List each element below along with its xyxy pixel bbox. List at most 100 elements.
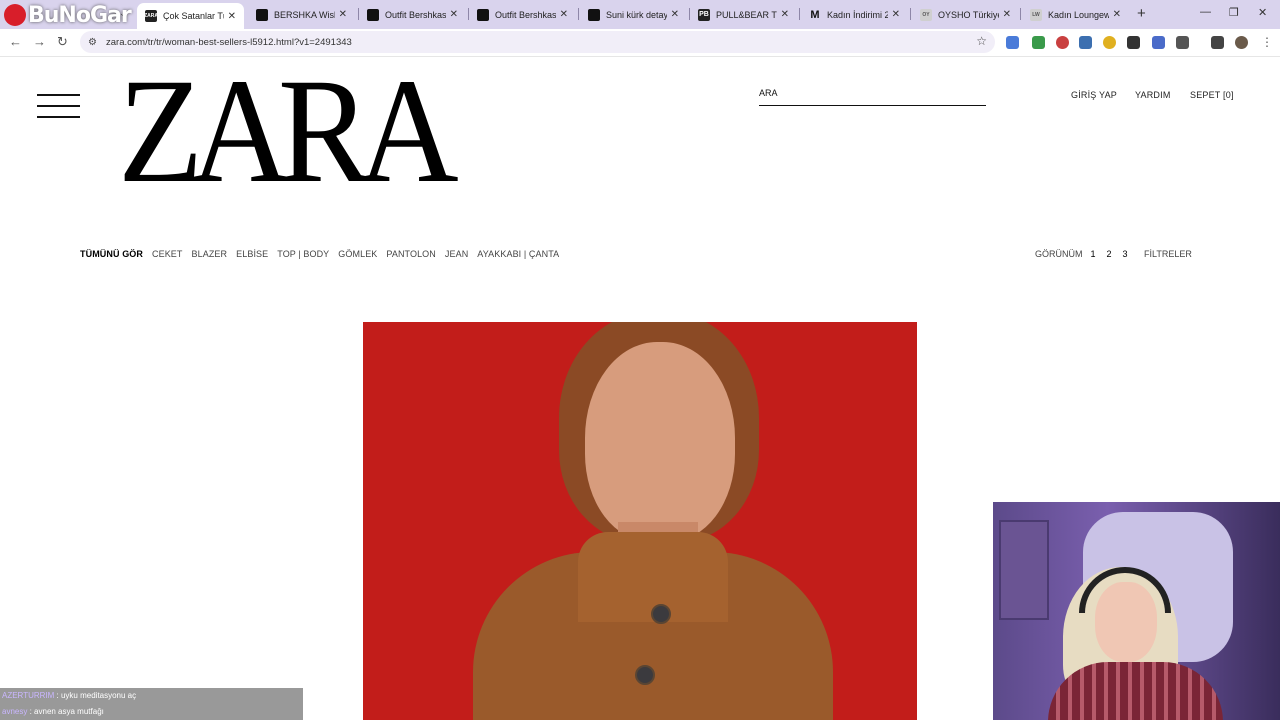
tab-suni-kurk[interactable]: Suni kürk detaylı ✕ (580, 3, 687, 26)
view-option-1[interactable]: 1 (1091, 249, 1096, 259)
close-tab-icon[interactable]: ✕ (892, 9, 900, 20)
bershka-favicon-icon (588, 8, 600, 21)
tab-bershka-wishlist[interactable]: BERSHKA Wishlis ✕ (248, 3, 355, 26)
close-tab-icon[interactable]: ✕ (671, 9, 679, 20)
site-settings-icon[interactable]: ⚙ (88, 37, 102, 48)
extension-icon[interactable] (1079, 36, 1092, 49)
address-bar[interactable]: ⚙ zara.com/tr/tr/woman-best-sellers-l591… (80, 31, 995, 53)
bookmark-star-icon[interactable]: ☆ (976, 34, 987, 48)
close-tab-icon[interactable]: ✕ (1113, 9, 1121, 20)
profile-avatar[interactable] (1235, 36, 1248, 49)
tab-title: Suni kürk detaylı (606, 9, 667, 20)
tab-title: Outfit Bershkasty (385, 9, 446, 20)
category-blazer[interactable]: BLAZER (192, 249, 228, 259)
category-gomlek[interactable]: GÖMLEK (338, 249, 377, 259)
tab-separator (578, 8, 579, 20)
hero-product-image[interactable] (363, 322, 917, 720)
close-tab-icon[interactable]: ✕ (339, 9, 347, 20)
tab-separator (1020, 8, 1021, 20)
extension-icon[interactable] (1032, 36, 1045, 49)
bershka-favicon-icon (256, 8, 268, 21)
login-link[interactable]: GİRİŞ YAP (1071, 90, 1117, 100)
view-label: GÖRÜNÜM (1035, 249, 1083, 259)
close-tab-icon[interactable]: ✕ (1003, 9, 1011, 20)
oysho-favicon-icon: OY (920, 8, 932, 21)
oysho-favicon-icon: LW (1030, 8, 1042, 21)
image-button (651, 604, 671, 624)
tab-zara[interactable]: ZARA Çok Satanlar Tüm ✕ (137, 3, 244, 29)
chat-message: avnesy : avnen asya mutfağı (2, 707, 104, 716)
category-jean[interactable]: JEAN (445, 249, 468, 259)
search-input[interactable] (759, 82, 986, 104)
back-icon[interactable]: ← (9, 34, 22, 49)
new-tab-button[interactable]: + (1137, 5, 1146, 22)
reload-icon[interactable]: ↻ (57, 34, 68, 50)
view-option-3[interactable]: 3 (1123, 249, 1128, 259)
category-all[interactable]: TÜMÜNÜ GÖR (80, 249, 143, 259)
extension-icon[interactable] (1152, 36, 1165, 49)
pull-and-bear-favicon-icon: PB (698, 8, 710, 21)
chat-text: : uyku meditasyonu aç (56, 691, 137, 700)
tab-title: Kadın Loungewea (1048, 9, 1109, 20)
chat-username: AZERTURRIM (2, 691, 55, 700)
image-button (635, 665, 655, 685)
mango-favicon-icon: M (810, 8, 820, 21)
extension-icon[interactable] (1127, 36, 1140, 49)
tab-title: BERSHKA Wishlis (274, 9, 335, 20)
tab-pull-and-bear[interactable]: PB PULL&BEAR Turk ✕ (690, 3, 797, 26)
tab-title: PULL&BEAR Turk (716, 9, 777, 20)
view-option-2[interactable]: 2 (1107, 249, 1112, 259)
logo-text: ZARA (118, 57, 459, 214)
filters-button[interactable]: FİLTRELER (1144, 249, 1192, 259)
stream-watermark: BuNoGar (4, 3, 132, 28)
url-text[interactable]: zara.com/tr/tr/woman-best-sellers-l5912.… (106, 37, 352, 48)
help-link[interactable]: YARDIM (1135, 90, 1171, 100)
browser-tab-strip: ⌄ ZARA Çok Satanlar Tüm ✕ BERSHKA Wishli… (0, 0, 1280, 29)
cart-link[interactable]: SEPET [0] (1190, 90, 1234, 100)
zara-logo[interactable]: ZARA (118, 57, 459, 214)
tab-title: Outfit Bershkasty (495, 9, 556, 20)
close-tab-icon[interactable]: ✕ (560, 9, 568, 20)
tab-outfit-2[interactable]: Outfit Bershkasty ✕ (469, 3, 576, 26)
tab-separator (799, 8, 800, 20)
search-field[interactable] (759, 82, 986, 106)
view-selector: GÖRÜNÜM 1 2 3 (1035, 249, 1128, 259)
category-ceket[interactable]: CEKET (152, 249, 183, 259)
close-tab-icon[interactable]: ✕ (781, 9, 789, 20)
minimize-icon[interactable]: — (1200, 6, 1211, 18)
browser-toolbar: ← → ↻ ⚙ zara.com/tr/tr/woman-best-seller… (0, 29, 1280, 57)
category-nav: TÜMÜNÜ GÖR CEKET BLAZER ELBİSE TOP | BOD… (80, 249, 568, 259)
reading-list-icon[interactable] (1211, 36, 1224, 49)
chat-message: AZERTURRIM : uyku meditasyonu aç (2, 691, 136, 700)
tab-title: Çok Satanlar Tüm (163, 11, 224, 21)
extension-icon[interactable] (1056, 36, 1069, 49)
translate-extension-icon[interactable] (1006, 36, 1019, 49)
extension-icon[interactable] (1103, 36, 1116, 49)
forward-icon[interactable]: → (33, 34, 46, 49)
hamburger-menu-icon[interactable] (37, 94, 80, 118)
tab-kadin-loungewear[interactable]: LW Kadın Loungewea ✕ (1022, 3, 1129, 26)
webcam-shelf (999, 520, 1049, 620)
watermark-logo-icon (4, 4, 26, 26)
category-ayakkabi-canta[interactable]: AYAKKABI | ÇANTA (477, 249, 559, 259)
bershka-favicon-icon (367, 8, 379, 21)
tab-title: Kadın İndirimi 202 (827, 9, 888, 20)
image-face (585, 342, 735, 542)
category-elbise[interactable]: ELBİSE (236, 249, 268, 259)
tab-oysho[interactable]: OY OYSHO Türkiye | ✕ (912, 3, 1019, 26)
close-tab-icon[interactable]: ✕ (228, 11, 236, 22)
menu-kebab-icon[interactable]: ⋮ (1261, 35, 1273, 49)
tab-outfit-1[interactable]: Outfit Bershkasty ✕ (359, 3, 466, 26)
chat-username: avnesy (2, 707, 28, 716)
category-pantolon[interactable]: PANTOLON (386, 249, 435, 259)
tab-kadin-indirimi[interactable]: M Kadın İndirimi 202 ✕ (801, 3, 908, 26)
restore-icon[interactable]: ❐ (1229, 6, 1239, 19)
close-tab-icon[interactable]: ✕ (450, 9, 458, 20)
tab-separator (910, 8, 911, 20)
category-top-body[interactable]: TOP | BODY (277, 249, 329, 259)
stream-chat-overlay: AZERTURRIM : uyku meditasyonu aç avnesy … (0, 688, 303, 720)
tab-title: OYSHO Türkiye | (938, 9, 999, 20)
watermark-text: BuNoGar (28, 3, 132, 28)
extensions-puzzle-icon[interactable] (1176, 36, 1189, 49)
close-window-icon[interactable]: ✕ (1258, 6, 1267, 19)
